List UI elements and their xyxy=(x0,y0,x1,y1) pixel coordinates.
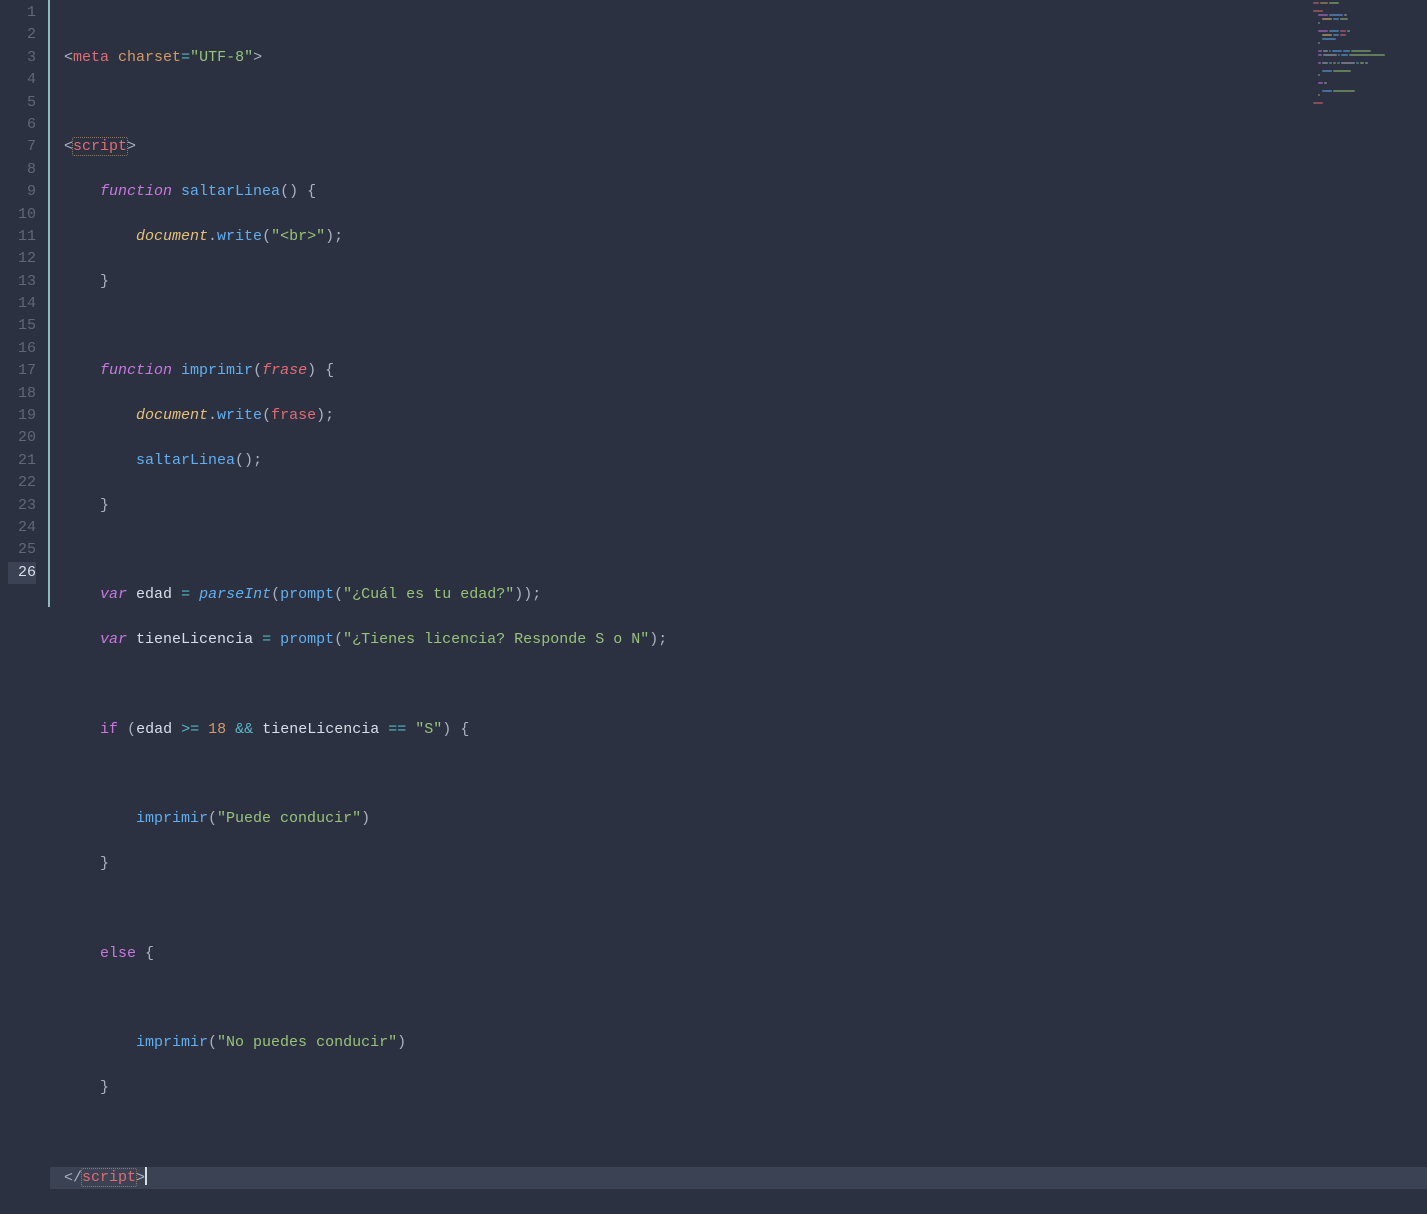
line-number: 19 xyxy=(8,405,36,427)
code-line[interactable]: function imprimir(frase) { xyxy=(64,360,1427,382)
line-number: 22 xyxy=(8,472,36,494)
code-line[interactable] xyxy=(64,764,1427,786)
code-editor[interactable]: 1234567891011121314151617181920212223242… xyxy=(0,0,1427,607)
code-area[interactable]: <meta charset="UTF-8"> <script> function… xyxy=(50,0,1427,607)
code-line[interactable] xyxy=(64,1122,1427,1144)
code-line[interactable]: var tieneLicencia = prompt("¿Tienes lice… xyxy=(64,629,1427,651)
code-line[interactable]: var edad = parseInt(prompt("¿Cuál es tu … xyxy=(64,584,1427,606)
code-line[interactable] xyxy=(64,316,1427,338)
code-line[interactable]: } xyxy=(64,853,1427,875)
line-number: 11 xyxy=(8,226,36,248)
line-number: 6 xyxy=(8,114,36,136)
code-line[interactable]: saltarLinea(); xyxy=(64,450,1427,472)
text-cursor xyxy=(145,1167,147,1185)
code-line[interactable]: if (edad >= 18 && tieneLicencia == "S") … xyxy=(64,719,1427,741)
line-number: 9 xyxy=(8,181,36,203)
code-line[interactable] xyxy=(64,674,1427,696)
line-number: 5 xyxy=(8,92,36,114)
line-number: 4 xyxy=(8,69,36,91)
code-line[interactable]: } xyxy=(64,271,1427,293)
code-line[interactable]: document.write(frase); xyxy=(64,405,1427,427)
line-number: 17 xyxy=(8,360,36,382)
line-number: 2 xyxy=(8,24,36,46)
code-line[interactable]: else { xyxy=(64,943,1427,965)
line-number: 15 xyxy=(8,315,36,337)
line-number: 21 xyxy=(8,450,36,472)
line-number: 18 xyxy=(8,383,36,405)
code-line[interactable]: </script> xyxy=(50,1167,1427,1189)
line-number: 8 xyxy=(8,159,36,181)
line-number: 20 xyxy=(8,427,36,449)
code-line[interactable] xyxy=(64,92,1427,114)
code-line[interactable]: document.write("<br>"); xyxy=(64,226,1427,248)
line-number: 10 xyxy=(8,204,36,226)
line-number: 23 xyxy=(8,495,36,517)
line-number: 14 xyxy=(8,293,36,315)
code-line[interactable]: <meta charset="UTF-8"> xyxy=(64,47,1427,69)
line-number: 13 xyxy=(8,271,36,293)
code-line[interactable]: } xyxy=(64,495,1427,517)
code-line[interactable] xyxy=(64,898,1427,920)
code-line[interactable]: function saltarLinea() { xyxy=(64,181,1427,203)
line-number: 24 xyxy=(8,517,36,539)
line-number: 16 xyxy=(8,338,36,360)
code-line[interactable] xyxy=(64,988,1427,1010)
code-line[interactable]: <script> xyxy=(64,136,1427,158)
line-number: 1 xyxy=(8,2,36,24)
code-line[interactable]: imprimir("No puedes conducir") xyxy=(64,1032,1427,1054)
line-number: 25 xyxy=(8,539,36,561)
code-line[interactable]: imprimir("Puede conducir") xyxy=(64,808,1427,830)
line-number: 7 xyxy=(8,136,36,158)
line-number: 3 xyxy=(8,47,36,69)
line-number: 26 xyxy=(8,562,36,584)
code-line[interactable] xyxy=(64,540,1427,562)
line-number: 12 xyxy=(8,248,36,270)
line-number-gutter: 1234567891011121314151617181920212223242… xyxy=(0,0,50,607)
code-line[interactable]: } xyxy=(64,1077,1427,1099)
